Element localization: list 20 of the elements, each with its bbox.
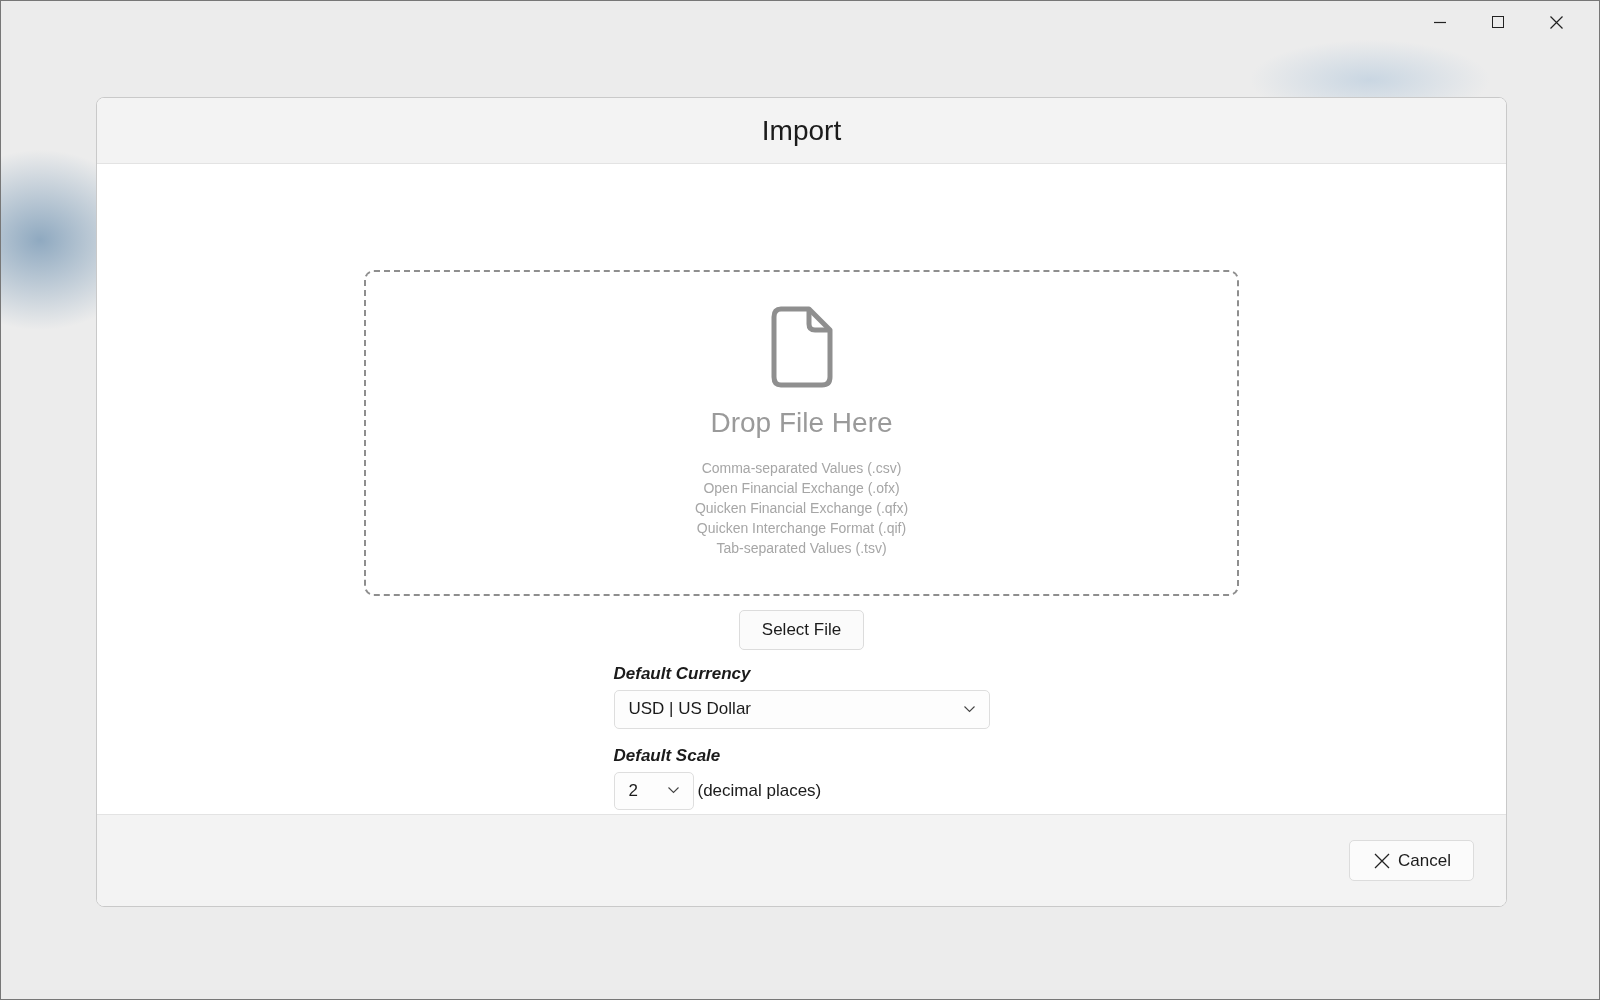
dialog-title: Import bbox=[761, 113, 842, 148]
scale-dropdown[interactable]: 2 bbox=[613, 771, 694, 810]
file-icon bbox=[770, 306, 833, 388]
chevron-icon bbox=[667, 787, 679, 794]
scale-unit-text: (decimal places) bbox=[697, 779, 822, 802]
drop-heading: Drop File Here bbox=[710, 406, 893, 440]
file-format-text: Open Financial Exchange (.ofx) bbox=[703, 479, 900, 498]
currency-dropdown[interactable]: USD | US Dollar bbox=[613, 689, 990, 729]
currency-label: Default Currency bbox=[613, 662, 751, 685]
cancel-button[interactable]: Cancel bbox=[1349, 839, 1474, 882]
file-format-text: Quicken Interchange Format (.qif) bbox=[696, 519, 907, 538]
scale-label: Default Scale bbox=[613, 744, 721, 767]
file-format-text: Comma-separated Values (.csv) bbox=[701, 459, 902, 478]
close-icon bbox=[1549, 15, 1563, 29]
chevron-icon bbox=[963, 705, 975, 713]
select-file-button[interactable]: Select File bbox=[738, 610, 865, 650]
file-format-text: Tab-separated Values (.tsv) bbox=[716, 539, 887, 558]
close-icon bbox=[1374, 852, 1391, 869]
file-format-text: Quicken Financial Exchange (.qfx) bbox=[694, 499, 909, 518]
maximize-icon bbox=[1492, 16, 1504, 28]
